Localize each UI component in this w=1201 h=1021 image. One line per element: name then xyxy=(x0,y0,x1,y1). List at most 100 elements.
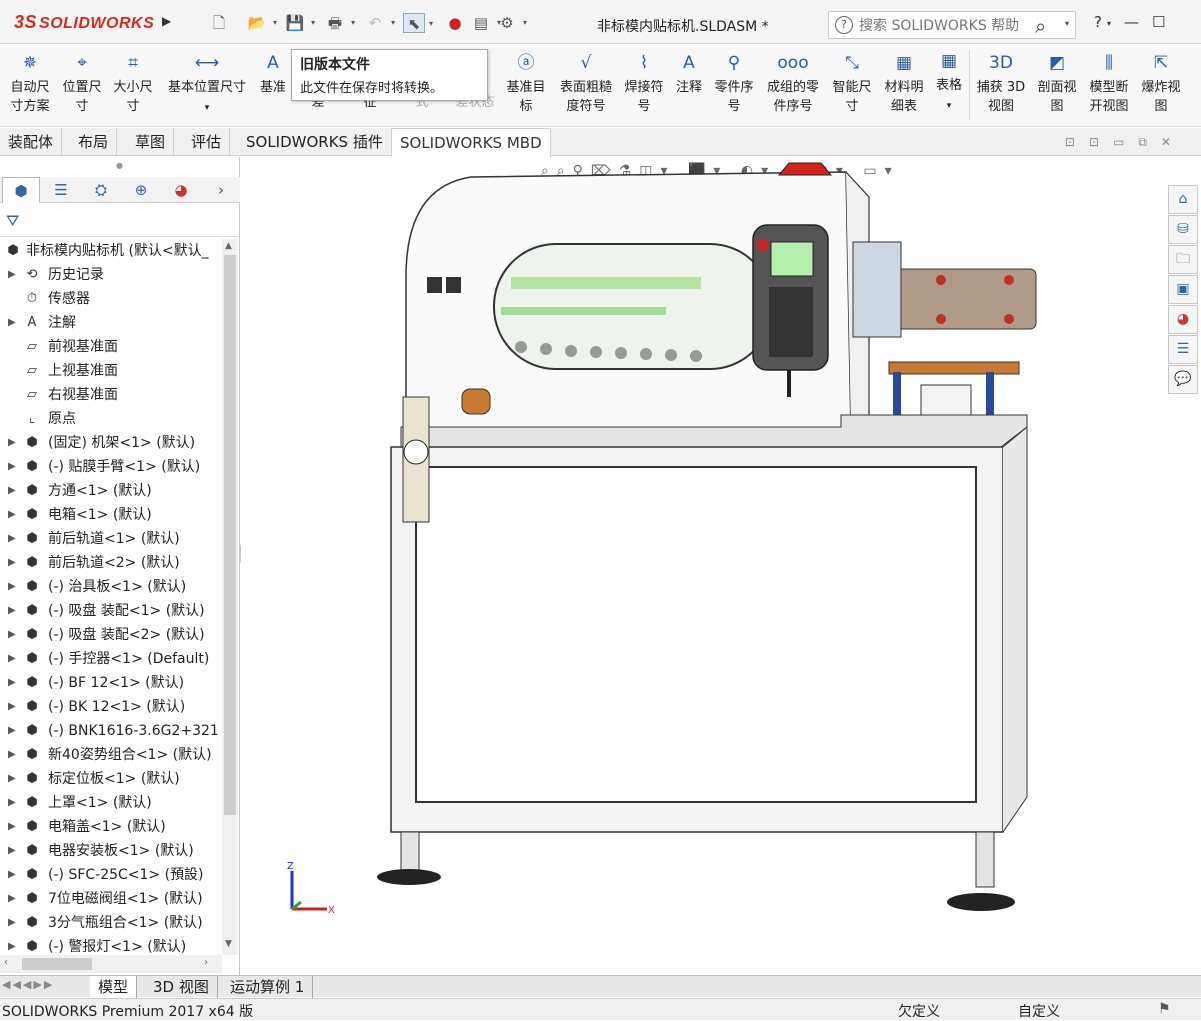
rebuild-traffic-light-icon[interactable]: ● xyxy=(444,13,466,33)
tree-item[interactable]: ▱ 右视基准面 xyxy=(0,383,222,407)
tree-item[interactable]: ▱ 前视基准面 xyxy=(0,335,222,359)
appearances-icon[interactable]: ◕ xyxy=(1168,305,1198,334)
tree-item[interactable]: ▶ ⬢ 电器安装板<1> (默认) xyxy=(0,839,222,863)
expand-arrow-icon[interactable]: ▶ xyxy=(8,623,16,647)
scroll-thumb[interactable] xyxy=(224,255,236,815)
tab-layout[interactable]: 布局 xyxy=(70,128,118,156)
ribbon-stacked-balloon[interactable]: ooo 成组的零 件序号 xyxy=(762,52,824,116)
tree-item[interactable]: ▶ ⬢ 方通<1> (默认) xyxy=(0,479,222,503)
view-palette-icon[interactable]: ▣ xyxy=(1168,275,1198,304)
minimize-button[interactable]: — xyxy=(1124,13,1139,31)
expand-arrow-icon[interactable]: ▶ xyxy=(8,767,16,791)
expand-arrow-icon[interactable]: ▶ xyxy=(8,815,16,839)
design-library-icon[interactable]: ⛁ xyxy=(1168,215,1198,244)
ribbon-note[interactable]: A 注释 xyxy=(672,52,706,97)
ribbon-size-dimension[interactable]: ⌗ 大小尺 寸 xyxy=(110,52,156,116)
help-dropdown-icon[interactable]: ▾ xyxy=(1107,19,1111,28)
viewport-window-controls[interactable]: ⊡⊡▭⧉✕ xyxy=(1065,135,1185,150)
tree-root-assembly[interactable]: ⬢ 非标模内贴标机 (默认<默认_ xyxy=(0,239,222,263)
expand-arrow-icon[interactable]: ▶ xyxy=(8,719,16,743)
print-icon[interactable]: 🖶 ▾ xyxy=(324,13,355,33)
new-document-icon[interactable]: 🗋 xyxy=(208,13,230,33)
expand-arrow-icon[interactable]: ▶ xyxy=(8,671,16,695)
ribbon-table[interactable]: ▦ 表格 ▾ xyxy=(932,50,966,116)
expand-arrow-icon[interactable]: ▶ xyxy=(8,911,16,935)
ribbon-datum[interactable]: A 基准 xyxy=(256,52,290,97)
status-help-icon[interactable]: ⚑ xyxy=(1158,1001,1171,1017)
ribbon-balloon[interactable]: ⚲ 零件序 号 xyxy=(711,52,757,116)
tree-item[interactable]: ▱ 上视基准面 xyxy=(0,359,222,383)
filter-icon[interactable]: ⛛ xyxy=(6,211,19,231)
tree-item[interactable]: ▶ ⬢ (-) 贴膜手臂<1> (默认) xyxy=(0,455,222,479)
hscroll-thumb[interactable] xyxy=(22,958,92,970)
tree-item[interactable]: ▶ ⬢ 电箱盖<1> (默认) xyxy=(0,815,222,839)
tab-navigation-icons[interactable]: ◀◀◀▶▶ xyxy=(2,978,54,991)
file-properties-icon[interactable]: ▤ ▾ xyxy=(470,13,501,33)
tree-item[interactable]: ▶ ⬢ 上罩<1> (默认) xyxy=(0,791,222,815)
tree-item[interactable]: ▶ ⬢ 3分气瓶组合<1> (默认) xyxy=(0,911,222,935)
restore-button[interactable]: ☐ xyxy=(1152,13,1165,31)
tree-item[interactable]: ▶ ⬢ (-) 吸盘 装配<1> (默认) xyxy=(0,599,222,623)
expand-arrow-icon[interactable]: ▶ xyxy=(8,455,16,479)
solidworks-logo[interactable]: 3S SOLIDWORKS xyxy=(14,12,154,33)
tree-horizontal-scrollbar[interactable]: ‹ › xyxy=(0,955,222,973)
ribbon-model-break-view[interactable]: ⫼ 模型断 开视图 xyxy=(1086,52,1132,116)
expand-arrow-icon[interactable]: ▶ xyxy=(8,935,16,955)
dimxpert-tab-icon[interactable]: ⊕ xyxy=(122,177,160,203)
expand-arrow-icon[interactable]: ▶ xyxy=(8,599,16,623)
expand-arrow-icon[interactable]: ▶ xyxy=(8,311,16,335)
help-button[interactable]: ? xyxy=(1094,13,1102,31)
expand-arrow-icon[interactable]: ▶ xyxy=(8,551,16,575)
tree-item[interactable]: ▶ ⬢ (-) BK 12<1> (默认) xyxy=(0,695,222,719)
tab-assembly[interactable]: 装配体 xyxy=(0,128,63,156)
tree-item[interactable]: ⌞ 原点 xyxy=(0,407,222,431)
forum-icon[interactable]: 💬 xyxy=(1168,365,1198,394)
search-icon[interactable]: ⌕ xyxy=(1035,14,1046,38)
tab-evaluate[interactable]: 评估 xyxy=(183,128,231,156)
scroll-right-icon[interactable]: › xyxy=(204,957,208,968)
property-manager-tab-icon[interactable]: ☰ xyxy=(42,177,80,203)
ribbon-exploded-view[interactable]: ⇱ 爆炸视 图 xyxy=(1138,52,1184,116)
tree-filter-row[interactable]: ⛛ xyxy=(0,205,240,237)
ribbon-surface-finish[interactable]: √ 表面粗糙 度符号 xyxy=(556,52,616,116)
ribbon-smart-dimension[interactable]: ⤡ 智能尺 寸 xyxy=(829,52,875,116)
tree-item[interactable]: ▶ ⬢ (-) 治具板<1> (默认) xyxy=(0,575,222,599)
panel-tabs-more-icon[interactable]: › xyxy=(208,177,234,203)
tab-mbd[interactable]: SOLIDWORKS MBD xyxy=(391,128,551,157)
ribbon-location-dimension[interactable]: ⌖ 位置尺 寸 xyxy=(59,52,105,116)
expand-arrow-icon[interactable]: ▶ xyxy=(8,431,16,455)
tree-item[interactable]: ▶ ⬢ (固定) 机架<1> (默认) xyxy=(0,431,222,455)
panel-collapse-handle[interactable]: ● xyxy=(116,161,123,170)
tree-item[interactable]: ▶ ⬢ 电箱<1> (默认) xyxy=(0,503,222,527)
ribbon-datum-target[interactable]: ⓐ 基准目 标 xyxy=(503,52,549,116)
tree-item[interactable]: ▶ ⬢ (-) 手控器<1> (Default) xyxy=(0,647,222,671)
tree-item[interactable]: ▶ ⬢ 标定位板<1> (默认) xyxy=(0,767,222,791)
tree-item[interactable]: ▶ ⬢ (-) BF 12<1> (默认) xyxy=(0,671,222,695)
menu-expand-arrow-icon[interactable]: ▶ xyxy=(162,14,171,28)
undo-icon[interactable]: ↶ ▾ xyxy=(364,13,395,33)
tree-item[interactable]: ▶ ⬢ (-) BNK1616-3.6G2+321 xyxy=(0,719,222,743)
tree-item[interactable]: ▶ A 注解 xyxy=(0,311,222,335)
tree-vertical-scrollbar[interactable]: ▲ ▼ xyxy=(222,239,238,955)
graphics-viewport[interactable]: ⌕⌕⚲⌦⚗◫▾ ⬛▾ ◐▾ ⬤⬤▾ ▭▾ Z X xyxy=(241,157,1167,975)
expand-arrow-icon[interactable]: ▶ xyxy=(8,743,16,767)
expand-arrow-icon[interactable]: ▶ xyxy=(8,695,16,719)
select-cursor-icon[interactable]: ⬉ ▾ xyxy=(403,13,433,33)
file-explorer-icon[interactable]: 🗀 xyxy=(1168,245,1198,274)
expand-arrow-icon[interactable]: ▶ xyxy=(8,863,16,887)
expand-arrow-icon[interactable]: ▶ xyxy=(8,839,16,863)
search-input[interactable] xyxy=(859,16,1029,36)
tab-addins[interactable]: SOLIDWORKS 插件 xyxy=(238,128,392,156)
tree-item[interactable]: ▶ ⟲ 历史记录 xyxy=(0,263,222,287)
scroll-down-icon[interactable]: ▼ xyxy=(225,939,232,949)
status-units[interactable]: 自定义 xyxy=(1018,1001,1060,1021)
expand-arrow-icon[interactable]: ▶ xyxy=(8,887,16,911)
expand-arrow-icon[interactable]: ▶ xyxy=(8,263,16,287)
tree-item[interactable]: ▶ ⬢ 前后轨道<1> (默认) xyxy=(0,527,222,551)
expand-arrow-icon[interactable]: ▶ xyxy=(8,647,16,671)
options-gear-icon[interactable]: ⚙ ▾ xyxy=(496,13,527,33)
tab-sketch[interactable]: 草图 xyxy=(127,128,175,156)
search-dropdown-icon[interactable]: ▾ xyxy=(1065,19,1069,28)
ribbon-auto-dimension[interactable]: ✵ 自动尺 寸方案 xyxy=(8,52,52,116)
tree-item[interactable]: ▶ ⬢ 新40姿势组合<1> (默认) xyxy=(0,743,222,767)
